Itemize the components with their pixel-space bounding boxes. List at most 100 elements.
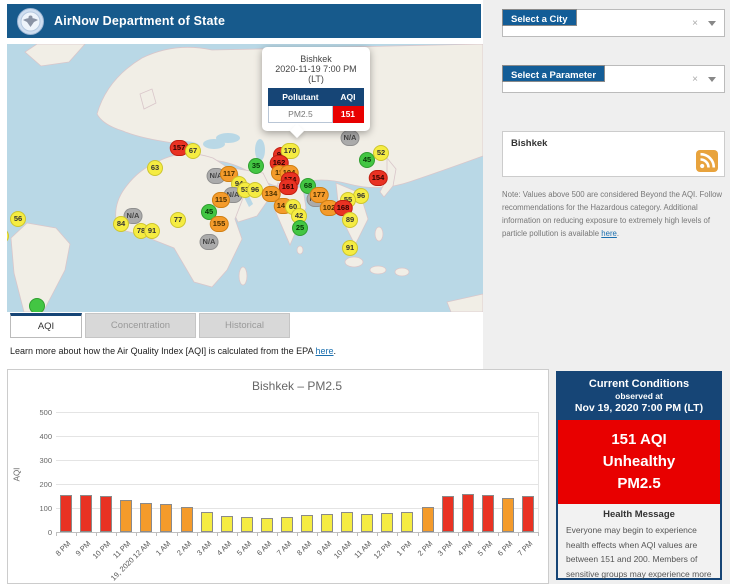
x-tick — [156, 532, 157, 536]
tab-bar: AQI Concentration Historical — [10, 313, 290, 338]
popup-timezone: (LT) — [268, 74, 364, 84]
world-aqi-map[interactable]: 5646315767N/A77847891N/A11794N/A53961154… — [7, 44, 483, 312]
map-marker[interactable]: 155 — [210, 216, 229, 232]
beyond-aqi-note: Note: Values above 500 are considered Be… — [502, 188, 727, 240]
popup-col-pollutant: Pollutant — [269, 89, 333, 106]
aqi-bar[interactable] — [462, 494, 474, 532]
map-marker[interactable]: 52 — [373, 145, 389, 161]
map-marker[interactable]: 56 — [10, 211, 26, 227]
map-marker[interactable]: 67 — [185, 143, 201, 159]
popup-pollutant-value: PM2.5 — [269, 106, 333, 123]
map-marker[interactable]: 91 — [144, 223, 160, 239]
aqi-bar[interactable] — [401, 512, 413, 532]
gridline — [56, 460, 538, 461]
feed-box: Bishkek — [502, 131, 725, 177]
map-marker[interactable]: 89 — [342, 212, 358, 228]
learn-more-here-link[interactable]: here — [316, 346, 334, 356]
y-tick-label: 300 — [16, 456, 52, 465]
aqi-bar[interactable] — [160, 504, 172, 532]
health-message-section: Health Message Everyone may begin to exp… — [558, 504, 720, 584]
health-message-title: Health Message — [566, 509, 712, 520]
aqi-bar-chart: Bishkek – PM2.5 AQI 01002003004005008 PM… — [7, 369, 549, 584]
tab-historical[interactable]: Historical — [199, 313, 290, 338]
city-dropdown-caret-icon[interactable] — [708, 21, 716, 26]
map-marker[interactable]: 63 — [147, 160, 163, 176]
aqi-bar[interactable] — [281, 517, 293, 532]
department-of-state-seal-icon — [17, 8, 44, 35]
aqi-bar[interactable] — [181, 507, 193, 532]
x-tick — [96, 532, 97, 536]
aqi-bar[interactable] — [522, 496, 534, 532]
aqi-bar[interactable] — [341, 512, 353, 532]
aqi-bar[interactable] — [60, 495, 72, 532]
map-marker[interactable] — [29, 298, 45, 312]
x-tick — [257, 532, 258, 536]
aqi-bar[interactable] — [241, 517, 253, 532]
aqi-bar[interactable] — [361, 514, 373, 532]
aqi-bar[interactable] — [100, 496, 112, 532]
x-tick — [518, 532, 519, 536]
feed-city-label: Bishkek — [511, 138, 716, 149]
rss-feed-icon[interactable] — [696, 150, 718, 172]
observed-datetime: Nov 19, 2020 7:00 PM (LT) — [562, 402, 716, 414]
city-panel: Select a City Bishkek × — [502, 9, 725, 37]
aqi-banner: 151 AQI Unhealthy PM2.5 — [558, 420, 720, 504]
map-marker[interactable]: 84 — [113, 216, 129, 232]
x-tick — [397, 532, 398, 536]
aqi-bar[interactable] — [261, 518, 273, 532]
aqi-bar[interactable] — [301, 515, 313, 532]
aqi-bar[interactable] — [442, 496, 454, 532]
tab-concentration[interactable]: Concentration — [85, 313, 196, 338]
parameter-panel: Select a Parameter PM2.5 × — [502, 65, 725, 93]
map-marker[interactable]: N/A — [341, 130, 360, 146]
aqi-bar[interactable] — [80, 495, 92, 532]
aqi-bar[interactable] — [422, 507, 434, 532]
gridline — [56, 436, 538, 437]
airnow-page: AirNow Department of State — [0, 0, 730, 584]
x-tick — [76, 532, 77, 536]
x-tick — [237, 532, 238, 536]
map-marker[interactable]: N/A — [200, 234, 219, 250]
aqi-bar[interactable] — [201, 512, 213, 532]
x-tick — [458, 532, 459, 536]
y-tick-label: 0 — [16, 528, 52, 537]
y-tick-label: 100 — [16, 504, 52, 513]
gridline — [56, 412, 538, 413]
x-tick — [277, 532, 278, 536]
map-marker[interactable]: 77 — [170, 212, 186, 228]
x-tick — [478, 532, 479, 536]
aqi-bar[interactable] — [381, 513, 393, 532]
aqi-bar[interactable] — [321, 514, 333, 532]
city-panel-title: Select a City — [502, 9, 577, 26]
current-conditions-header: Current Conditions observed at Nov 19, 2… — [558, 373, 720, 420]
x-tick — [177, 532, 178, 536]
parameter-clear-icon[interactable]: × — [692, 74, 698, 85]
aqi-bar[interactable] — [502, 498, 514, 532]
map-marker[interactable]: 35 — [248, 158, 264, 174]
parameter-panel-title: Select a Parameter — [502, 65, 605, 82]
map-marker[interactable]: 25 — [292, 220, 308, 236]
x-tick — [136, 532, 137, 536]
note-here-link[interactable]: here — [601, 229, 617, 238]
x-tick — [538, 532, 539, 536]
aqi-bar[interactable] — [482, 495, 494, 532]
x-tick — [317, 532, 318, 536]
city-clear-icon[interactable]: × — [692, 18, 698, 29]
map-marker[interactable]: 96 — [247, 182, 263, 198]
observed-at-label: observed at — [562, 391, 716, 401]
x-tick — [337, 532, 338, 536]
aqi-bar[interactable] — [221, 516, 233, 532]
map-marker[interactable]: 91 — [342, 240, 358, 256]
popup-table: Pollutant AQI PM2.5 151 — [268, 88, 364, 123]
app-header: AirNow Department of State — [7, 4, 481, 38]
aqi-bar[interactable] — [140, 503, 152, 532]
map-marker[interactable]: 161 — [279, 179, 298, 195]
aqi-bar[interactable] — [120, 500, 132, 532]
popup-datetime: 2020-11-19 7:00 PM — [268, 64, 364, 74]
map-marker[interactable]: 154 — [369, 170, 388, 186]
x-tick — [56, 532, 57, 536]
parameter-dropdown-caret-icon[interactable] — [708, 77, 716, 82]
learn-more-line: Learn more about how the Air Quality Ind… — [10, 346, 336, 356]
x-tick — [418, 532, 419, 536]
tab-aqi[interactable]: AQI — [10, 313, 82, 338]
